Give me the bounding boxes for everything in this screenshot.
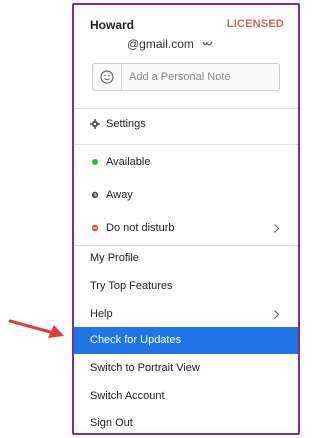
chevron-right-icon (274, 224, 280, 233)
license-badge: LICENSED (226, 18, 284, 30)
menu-item-do-not-disturb[interactable]: Do not disturb (74, 215, 298, 242)
menu-item-label: Do not disturb (106, 222, 175, 234)
menu-item-settings[interactable]: Settings (74, 111, 298, 138)
gear-icon (90, 119, 100, 129)
menu-item-check-for-updates[interactable]: Check for Updates (74, 327, 298, 354)
account-email: @gmail.com (127, 37, 194, 51)
divider (74, 144, 298, 145)
account-name: Howard (90, 18, 135, 32)
menu-item-label: Available (106, 156, 151, 168)
menu-item-label: Settings (106, 118, 146, 130)
personal-note-field[interactable]: Add a Personal Note (92, 63, 280, 91)
away-clock-icon (91, 191, 99, 199)
personal-note-placeholder: Add a Personal Note (129, 71, 231, 83)
smiley-icon (100, 70, 114, 84)
menu-item-switch-portrait[interactable]: Switch to Portrait View (74, 355, 298, 382)
note-emoji-button[interactable] (93, 64, 122, 90)
menu-item-my-profile[interactable]: My Profile (74, 245, 298, 272)
menu-item-help[interactable]: Help (74, 301, 298, 328)
menu-item-label: Check for Updates (90, 334, 182, 346)
email-redaction-icon (202, 41, 213, 46)
menu-item-label: My Profile (90, 252, 139, 264)
available-status-icon (92, 159, 98, 165)
annotation-arrow (8, 319, 64, 338)
menu-item-label: Switch Account (90, 390, 165, 402)
screenshot-stage: Howard LICENSED @gmail.com Add a Persona… (0, 0, 305, 438)
menu-item-available[interactable]: Available (74, 149, 298, 176)
do-not-disturb-icon (91, 224, 99, 232)
menu-item-label: Try Top Features (90, 280, 173, 292)
menu-item-away[interactable]: Away (74, 182, 298, 209)
menu-item-label: Switch to Portrait View (90, 362, 200, 374)
menu-item-sign-out[interactable]: Sign Out (74, 410, 298, 433)
menu-item-label: Help (90, 308, 113, 320)
account-menu: Howard LICENSED @gmail.com Add a Persona… (72, 3, 300, 435)
account-header: Howard LICENSED @gmail.com Add a Persona… (74, 5, 298, 109)
menu-item-label: Sign Out (90, 417, 133, 429)
menu-item-label: Away (106, 189, 133, 201)
chevron-right-icon (274, 310, 280, 319)
menu-item-try-top-features[interactable]: Try Top Features (74, 273, 298, 300)
menu-item-switch-account[interactable]: Switch Account (74, 383, 298, 410)
